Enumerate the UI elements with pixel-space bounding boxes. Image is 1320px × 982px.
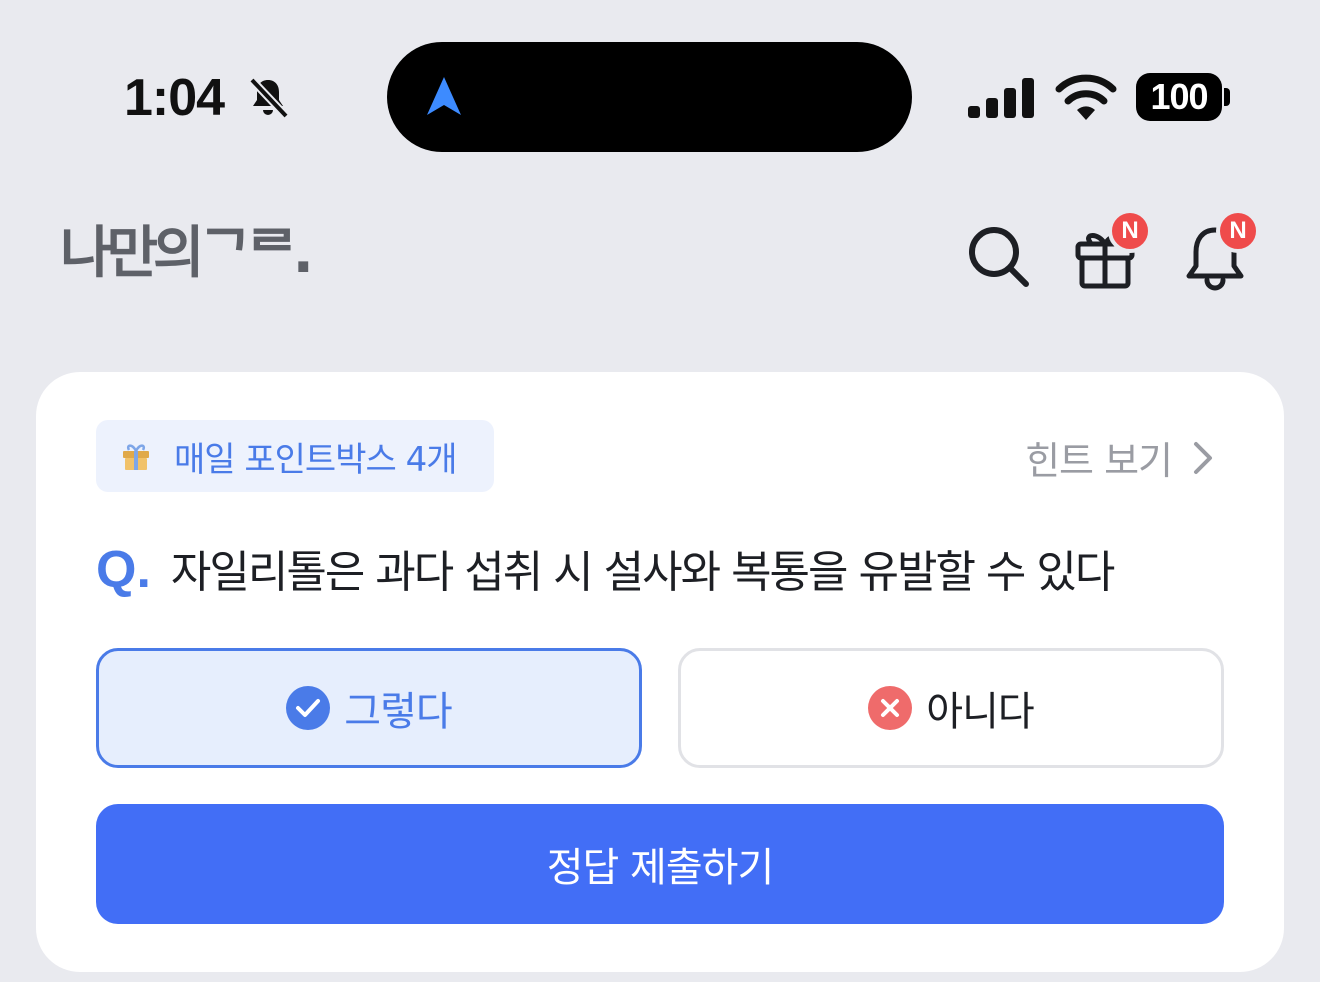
question: Q. 자일리톨은 과다 섭취 시 설사와 복통을 유발할 수 있다 <box>96 536 1115 600</box>
answer-yes-button[interactable]: 그렇다 <box>96 648 642 768</box>
quiz-card: 매일 포인트박스 4개 힌트 보기 Q. 자일리톨은 과다 섭취 시 설사와 복… <box>36 372 1284 972</box>
app-logo[interactable]: 나만의ᄀᄅ. <box>60 218 314 290</box>
submit-answer-button[interactable]: 정답 제출하기 <box>96 804 1224 924</box>
battery-nub <box>1224 88 1230 106</box>
hint-link[interactable]: 힌트 보기 <box>1025 430 1214 485</box>
question-mark-label: Q. <box>96 541 151 599</box>
dynamic-island <box>387 42 912 152</box>
wifi-icon <box>1055 74 1117 120</box>
hint-label: 힌트 보기 <box>1025 439 1173 483</box>
bell-muted-icon <box>249 77 289 119</box>
notification-new-badge: N <box>1216 209 1260 253</box>
battery-indicator: 100 <box>1136 73 1222 121</box>
gift-box-icon <box>123 444 149 470</box>
daily-point-box-chip[interactable]: 매일 포인트박스 4개 <box>96 420 494 492</box>
question-text: 자일리톨은 과다 섭취 시 설사와 복통을 유발할 수 있다 <box>170 547 1115 598</box>
x-circle-icon <box>868 686 913 730</box>
navigation-arrow-icon <box>427 77 461 115</box>
gift-new-badge: N <box>1108 209 1152 253</box>
status-time: 1:04 <box>124 69 225 127</box>
cellular-signal-icon <box>968 78 1034 118</box>
answer-yes-label: 그렇다 <box>344 689 452 735</box>
search-icon[interactable] <box>964 222 1034 292</box>
answer-no-label: 아니다 <box>926 689 1034 735</box>
chevron-right-icon <box>1194 441 1212 474</box>
point-box-label: 매일 포인트박스 4개 <box>174 439 457 480</box>
answer-no-button[interactable]: 아니다 <box>678 648 1224 768</box>
check-circle-icon <box>286 686 331 730</box>
